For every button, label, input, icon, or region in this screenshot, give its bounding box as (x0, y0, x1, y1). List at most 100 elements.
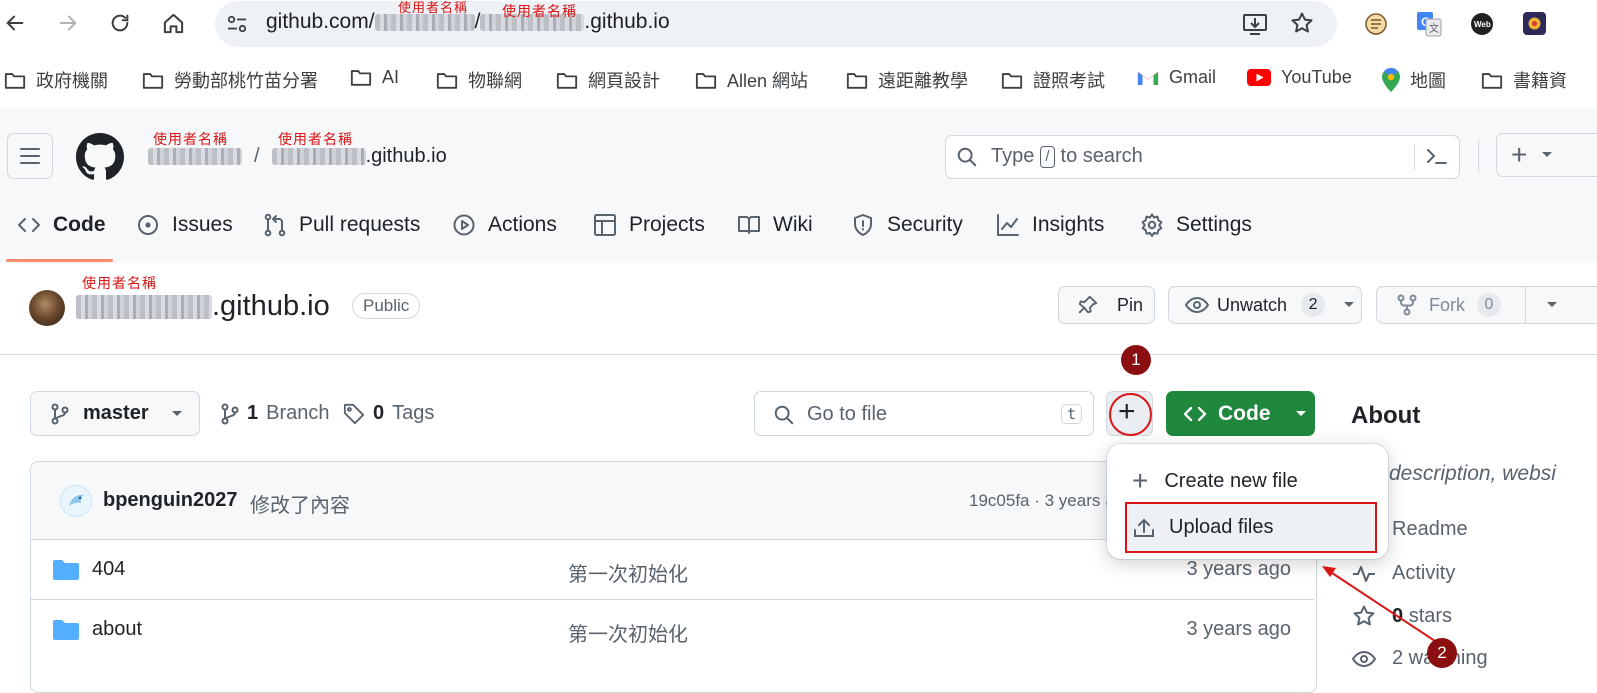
file-commit-message[interactable]: 第一次初始化 (568, 558, 688, 587)
bookmark-label: Allen 網站 (727, 71, 809, 91)
branch-selector[interactable]: master (30, 391, 200, 436)
branches-link[interactable]: 1 Branch (221, 402, 330, 425)
bookmark-label: 遠距離教學 (878, 71, 968, 91)
bookmark-12[interactable]: 書籍資 (1481, 67, 1567, 93)
annotation-arrow (1310, 555, 1450, 655)
tab-label: Projects (629, 213, 705, 236)
unwatch-button[interactable]: Unwatch 2 (1168, 286, 1362, 324)
bookmark-2[interactable]: 勞動部桃竹苗分署 (142, 67, 318, 93)
bookmark-label: YouTube (1281, 67, 1352, 87)
header-divider (1478, 140, 1479, 172)
go-to-file-input[interactable]: Go to file t (754, 391, 1094, 436)
github-header (0, 108, 1597, 264)
tab-wiki[interactable]: Wiki (737, 213, 813, 237)
commit-avatar[interactable] (60, 485, 92, 517)
tab-pull-requests[interactable]: Pull requests (263, 213, 420, 237)
bookmark-3[interactable]: AI (350, 67, 399, 88)
fork-icon (1397, 294, 1417, 316)
chevron-down-icon (1295, 410, 1306, 416)
chevron-down-icon (1542, 152, 1553, 157)
fork-button[interactable]: Fork 0 (1376, 286, 1597, 324)
tab-issues[interactable]: Issues (136, 213, 233, 237)
pin-button[interactable]: Pin (1058, 286, 1155, 324)
bookmark-10[interactable]: YouTube (1247, 67, 1352, 88)
bookmark-label: Gmail (1169, 67, 1217, 87)
branch-label: Branch (266, 402, 330, 424)
breadcrumb-owner-redacted[interactable] (148, 148, 242, 165)
reload-icon[interactable] (109, 12, 131, 34)
bookmark-label: 勞動部桃竹苗分署 (174, 71, 318, 91)
play-icon (452, 213, 476, 237)
bookmark-11[interactable]: 地圖 (1382, 67, 1446, 93)
repo-name-suffix: .github.io (212, 290, 330, 322)
tab-label: Insights (1032, 213, 1105, 236)
menu-button[interactable] (7, 133, 53, 179)
file-commit-message[interactable]: 第一次初始化 (568, 618, 688, 647)
go-to-file-placeholder: Go to file (807, 403, 888, 425)
bookmark-star-icon[interactable] (1290, 11, 1314, 35)
home-icon[interactable] (162, 12, 185, 35)
forward-icon[interactable] (57, 12, 79, 34)
tab-security[interactable]: Security (851, 213, 963, 237)
branch-icon (51, 403, 69, 424)
commit-message[interactable]: 修改了內容 (250, 489, 350, 518)
translate-icon[interactable]: G文 (1416, 11, 1442, 37)
back-icon[interactable] (4, 12, 26, 34)
tab-code[interactable]: Code (17, 213, 106, 237)
site-info-icon[interactable] (226, 14, 248, 34)
search-placeholder-rest: to search (1060, 145, 1143, 167)
bookmark-7[interactable]: 遠距離教學 (846, 67, 968, 93)
command-palette-icon[interactable] (1414, 144, 1449, 170)
bookmark-6[interactable]: Allen 網站 (695, 67, 808, 93)
commit-author[interactable]: bpenguin2027 (103, 489, 237, 512)
github-logo-icon[interactable] (76, 133, 124, 181)
table-icon (593, 213, 617, 237)
create-new-file-label: Create new file (1164, 469, 1298, 492)
tab-settings[interactable]: Settings (1140, 213, 1252, 237)
folder-icon (142, 71, 164, 90)
add-file-button[interactable]: + (1106, 391, 1153, 436)
file-row[interactable]: about 第一次初始化 3 years ago (31, 599, 1314, 660)
tab-actions[interactable]: Actions (452, 213, 557, 237)
bookmark-5[interactable]: 網頁設計 (556, 67, 660, 93)
bookmark-label: 網頁設計 (588, 71, 660, 91)
bookmark-label: 政府機關 (36, 71, 108, 91)
tab-projects[interactable]: Projects (593, 213, 705, 237)
create-new-button[interactable]: + (1496, 133, 1597, 177)
search-shortcut-key: / (1040, 145, 1055, 168)
tag-icon (343, 403, 365, 424)
create-new-file-item[interactable]: + Create new file (1127, 465, 1382, 497)
tags-link[interactable]: 0 Tags (343, 402, 434, 425)
upload-files-item[interactable]: Upload files (1125, 502, 1377, 553)
avatar[interactable] (29, 290, 65, 326)
bookmark-8[interactable]: 證照考試 (1001, 67, 1105, 93)
tab-label: Wiki (773, 213, 813, 236)
fork-count: 0 (1477, 293, 1501, 317)
url-annotation-1: 使用者名稱 (398, 1, 469, 16)
extension-icon-4[interactable] (1522, 11, 1547, 36)
install-app-icon[interactable] (1242, 12, 1268, 36)
bookmark-9[interactable]: Gmail (1137, 67, 1216, 88)
chevron-down-icon[interactable] (1546, 301, 1558, 309)
web-extension-icon[interactable]: Web (1470, 12, 1494, 36)
code-button[interactable]: Code (1166, 391, 1315, 436)
tab-label: Issues (172, 213, 233, 236)
extension-icon-1[interactable] (1364, 12, 1388, 36)
file-name[interactable]: about (92, 618, 142, 641)
plus-icon: + (1511, 139, 1528, 170)
search-placeholder-type: Type (991, 145, 1035, 167)
graph-icon (996, 213, 1020, 237)
search-placeholder: Type / to search (991, 145, 1143, 168)
pin-icon (1078, 295, 1098, 314)
repo-title[interactable]: .github.io (76, 290, 330, 323)
bookmark-label: 證照考試 (1033, 71, 1105, 91)
tab-insights[interactable]: Insights (996, 213, 1104, 237)
file-name[interactable]: 404 (92, 558, 125, 581)
commit-hash-time[interactable]: 19c05fa · 3 years a (969, 491, 1115, 511)
tab-label: Security (887, 213, 963, 236)
bookmark-1[interactable]: 政府機關 (4, 67, 108, 93)
youtube-icon (1247, 69, 1271, 86)
url-suffix: .github.io (584, 10, 670, 33)
breadcrumb-repo[interactable]: .github.io (271, 145, 447, 168)
bookmark-4[interactable]: 物聯網 (436, 67, 522, 93)
